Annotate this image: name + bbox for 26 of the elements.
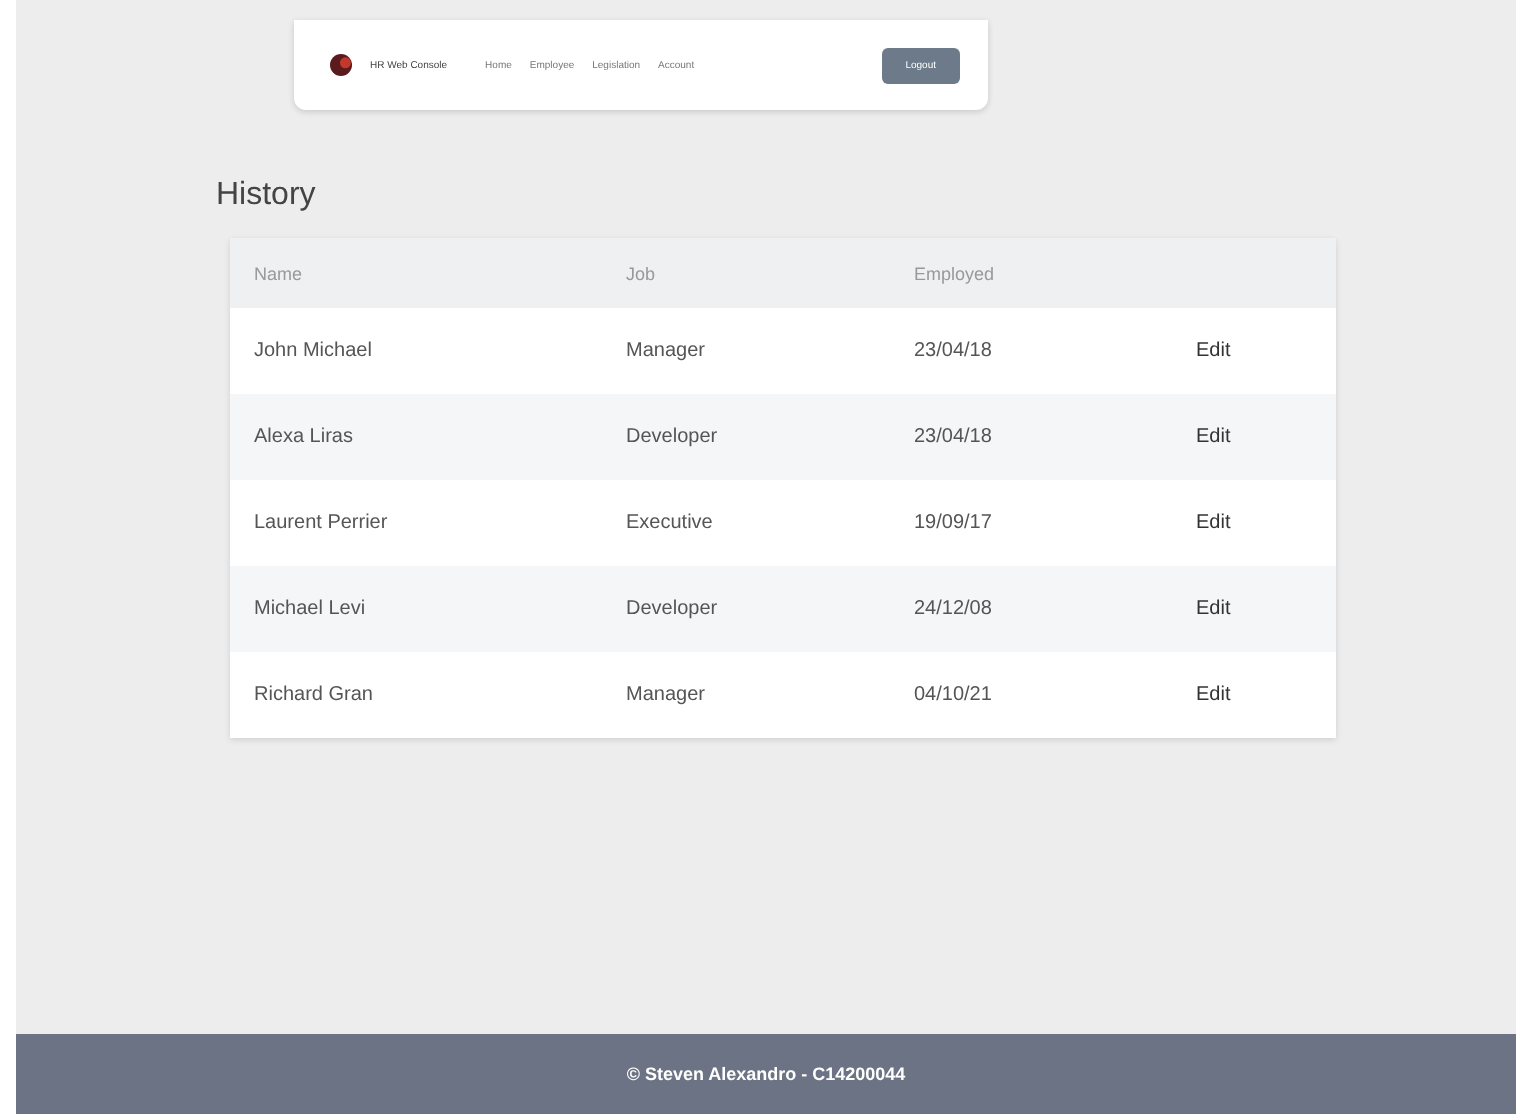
table-cell-text: Alexa Liras <box>254 426 355 448</box>
table-cell-text: 04/10/21 <box>914 684 994 706</box>
table-cell-text: Manager <box>626 684 707 706</box>
table-cell-text: Developer <box>626 598 720 620</box>
column-header: Name <box>254 263 305 283</box>
table-cell-text: Developer <box>626 426 720 448</box>
table-cell-text: Executive <box>626 512 715 534</box>
table-cell-text: 24/12/08 <box>914 598 994 620</box>
footer-text: © Steven Alexandro - C14200044 <box>16 1034 1516 1114</box>
edit-link[interactable]: Edit <box>1196 340 1231 362</box>
edit-link[interactable]: Edit <box>1196 426 1231 448</box>
table-cell-text: 23/04/18 <box>914 426 994 448</box>
table-cell-text: John Michael <box>254 340 374 362</box>
table-cell-text: Laurent Perrier <box>254 512 390 534</box>
edit-link[interactable]: Edit <box>1196 512 1231 534</box>
table-cell-text: 23/04/18 <box>914 340 994 362</box>
section-title: History <box>216 178 318 214</box>
edit-link[interactable]: Edit <box>1196 684 1231 706</box>
table-cell-text: Manager <box>626 340 707 362</box>
column-header: Employed <box>914 263 997 283</box>
table-cell-text: Michael Levi <box>254 598 368 620</box>
column-header: Job <box>626 263 658 283</box>
table-cell-text: 19/09/17 <box>914 512 994 534</box>
logo-icon <box>330 54 352 76</box>
edit-link[interactable]: Edit <box>1196 598 1231 620</box>
table-cell-text: Richard Gran <box>254 684 375 706</box>
